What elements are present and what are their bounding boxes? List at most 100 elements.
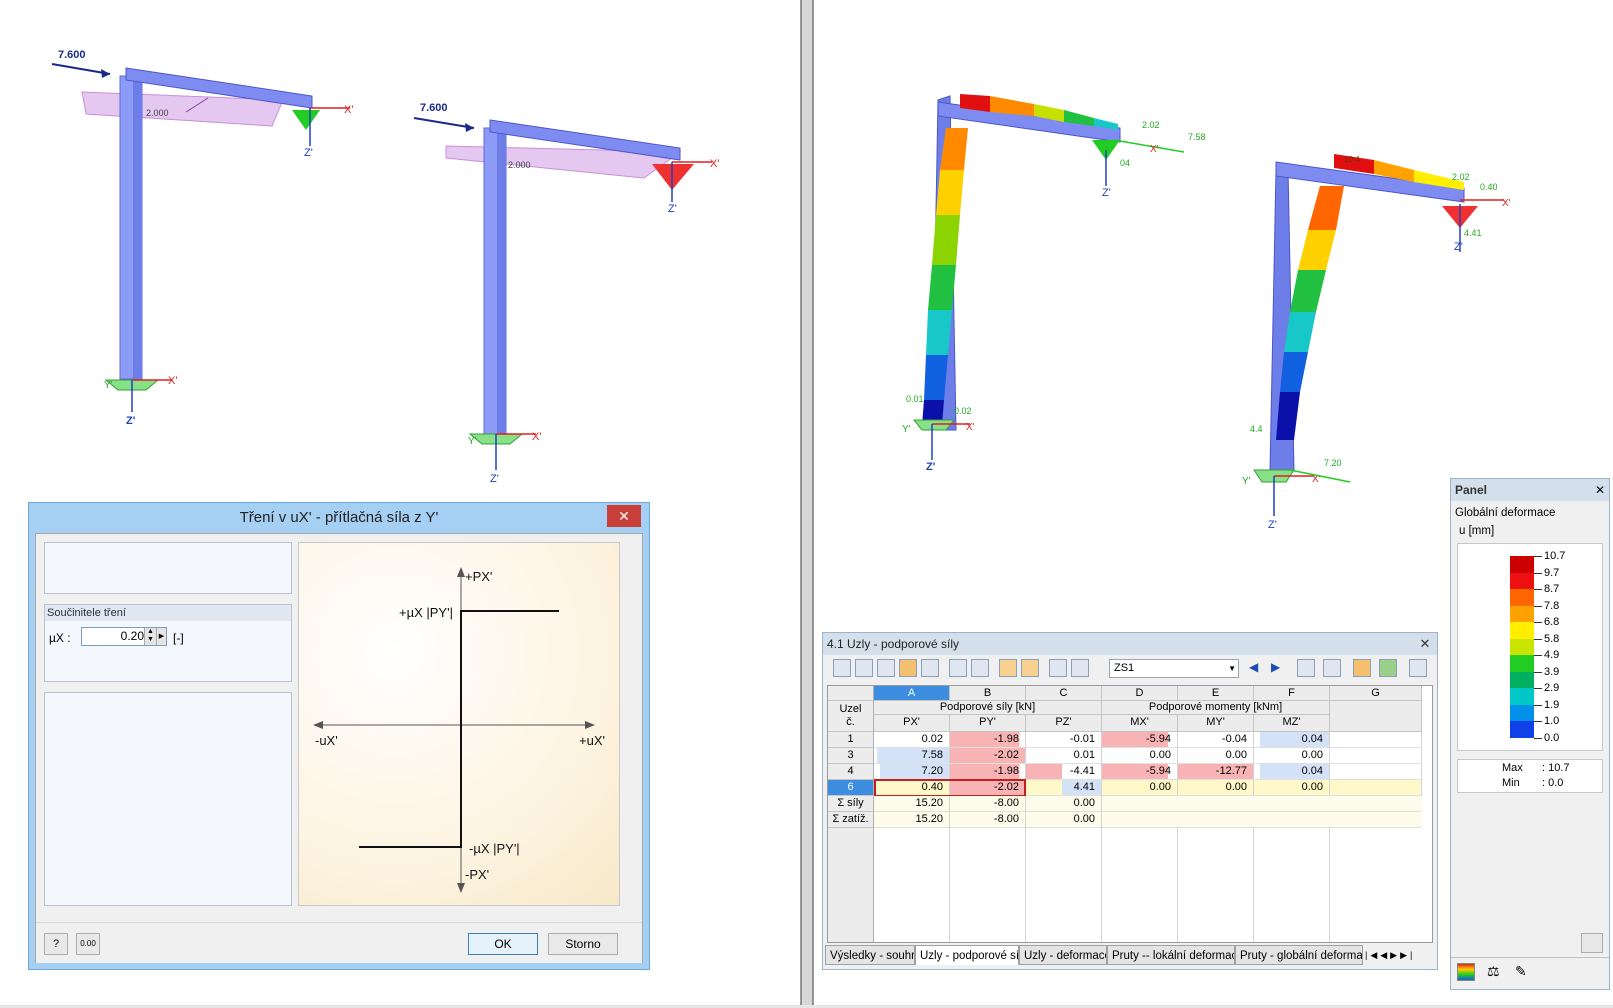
- table-cell[interactable]: 0.00: [1178, 748, 1254, 764]
- tab-member-global-deformations[interactable]: Pruty - globální deformace: [1235, 945, 1363, 965]
- legend-value: 1.0: [1544, 715, 1560, 727]
- table-cell[interactable]: -1.98: [950, 732, 1026, 748]
- friction-coefficients-panel: Součinitele tření µX : 0.20 ▲ ▼ ▶ [-]: [44, 604, 292, 682]
- calculator-icon[interactable]: 0.00: [76, 933, 100, 955]
- table-tabs: Výsledky - souhrn Uzly - podporové síly …: [823, 945, 1437, 967]
- col-letter-d[interactable]: D: [1102, 686, 1178, 701]
- previous-arrow-icon[interactable]: ◀: [1249, 660, 1258, 674]
- help-icon[interactable]: ?: [44, 933, 68, 955]
- mu-input[interactable]: 0.20 ▲ ▼ ▶: [81, 627, 167, 646]
- col-letter-c[interactable]: C: [1026, 686, 1102, 701]
- graph-label-minus-mu: -µX |PY'|: [469, 841, 520, 856]
- support-moments-group: Podporové momenty [kNm]: [1102, 701, 1330, 715]
- add-row-icon[interactable]: [855, 659, 873, 677]
- table-cell[interactable]: 0.00: [1254, 748, 1330, 764]
- columns-icon[interactable]: [1409, 659, 1427, 677]
- results-grid[interactable]: A B C D E F G Uzel č. Podporové síly [kN]…: [827, 685, 1433, 943]
- table-cell[interactable]: 7.58: [874, 748, 950, 764]
- table-cell[interactable]: 0.00: [1254, 780, 1330, 796]
- balance-icon[interactable]: ⚖: [1487, 963, 1500, 980]
- view-splitter[interactable]: [801, 0, 813, 1005]
- chart-icon[interactable]: [921, 659, 939, 677]
- row-header[interactable]: 3: [828, 748, 874, 764]
- tab-member-local-deformations[interactable]: Pruty -- lokální deformace: [1107, 945, 1235, 965]
- table-cell[interactable]: 0.01: [1026, 748, 1102, 764]
- dialog-close-button[interactable]: ✕: [607, 505, 641, 527]
- graph-label-plus-mu: +µX |PY'|: [399, 605, 453, 620]
- zoom-icon[interactable]: [1581, 933, 1603, 953]
- select-icon[interactable]: [1297, 659, 1315, 677]
- pencil-icon[interactable]: ✎: [1515, 963, 1527, 980]
- legend-value: 9.7: [1544, 566, 1560, 579]
- load-case-select[interactable]: ZS1 ▼: [1109, 659, 1239, 678]
- deformed-frame-2: X' Z' 10.4 2.02 0.40 4.41 X' 7.20 Z' 4.4…: [1242, 154, 1511, 531]
- table-cell[interactable]: 0.04: [1254, 764, 1330, 780]
- table-cell[interactable]: 0.02: [874, 732, 950, 748]
- cancel-button[interactable]: Storno: [548, 933, 618, 955]
- load-value-2: 7.600: [420, 102, 448, 114]
- filter-icon[interactable]: [899, 659, 917, 677]
- chevron-down-icon: ▼: [1228, 664, 1236, 673]
- export-icon[interactable]: [833, 659, 851, 677]
- table-cell[interactable]: -8.00: [950, 796, 1026, 812]
- table-cell[interactable]: 4.41: [1026, 780, 1102, 796]
- legend-value: 5.8: [1544, 632, 1560, 645]
- support-top-1: [292, 110, 320, 130]
- table-cell[interactable]: -12.77: [1178, 764, 1254, 780]
- table-cell[interactable]: -0.01: [1026, 732, 1102, 748]
- ok-button[interactable]: OK: [468, 933, 538, 955]
- table-cell[interactable]: 15.20: [874, 812, 950, 828]
- table-cell[interactable]: -8.00: [950, 812, 1026, 828]
- col-letter-a[interactable]: A: [874, 686, 950, 701]
- legend-row: 3.9: [1458, 664, 1613, 689]
- table-close-button[interactable]: ✕: [1417, 633, 1433, 655]
- settings-icon[interactable]: [1353, 659, 1371, 677]
- bottom-left-panel: [44, 692, 292, 906]
- insert-icon[interactable]: [877, 659, 895, 677]
- search-icon[interactable]: [1323, 659, 1341, 677]
- table-cell[interactable]: 0.00: [1026, 796, 1102, 812]
- row-header-selected[interactable]: 6: [828, 780, 874, 796]
- tab-node-deformations[interactable]: Uzly - deformace: [1019, 945, 1107, 965]
- table-cell[interactable]: 0.00: [1102, 748, 1178, 764]
- edit-icon[interactable]: [1071, 659, 1089, 677]
- table-cell[interactable]: -4.41: [1026, 764, 1102, 780]
- tab-navigation-arrows[interactable]: |◀◀▶▶|: [1365, 947, 1433, 963]
- row-header[interactable]: 1: [828, 732, 874, 748]
- next-arrow-icon[interactable]: ▶: [1271, 660, 1280, 674]
- panel-close-button[interactable]: ✕: [1595, 479, 1605, 501]
- arrow-right-icon[interactable]: ▶: [156, 628, 166, 645]
- sync-icon[interactable]: [999, 659, 1017, 677]
- left-model-view[interactable]: 7.600 2.000 X' Z' X' Z' Y' 7.600 2.000 X…: [0, 0, 801, 1005]
- table-cell[interactable]: -5.94: [1102, 732, 1178, 748]
- table-view-icon[interactable]: [1049, 659, 1067, 677]
- spinner-icon[interactable]: ▲ ▼: [144, 628, 156, 645]
- table-cell[interactable]: -5.94: [1102, 764, 1178, 780]
- legend-value: 0.0: [1544, 731, 1560, 744]
- table-cell[interactable]: 15.20: [874, 796, 950, 812]
- table-cell[interactable]: -2.02: [950, 748, 1026, 764]
- tab-results-summary[interactable]: Výsledky - souhrn: [825, 945, 915, 965]
- svg-text:7.58: 7.58: [1188, 132, 1206, 142]
- excel-icon[interactable]: [1379, 659, 1397, 677]
- table-cell[interactable]: -0.04: [1178, 732, 1254, 748]
- table-cell[interactable]: 7.20: [874, 764, 950, 780]
- table-cell[interactable]: 0.04: [1254, 732, 1330, 748]
- col-letter-f[interactable]: F: [1254, 686, 1330, 701]
- tab-node-support-forces[interactable]: Uzly - podporové síly: [915, 945, 1019, 965]
- table-cell[interactable]: 0.00: [1102, 780, 1178, 796]
- color-legend: 10.7 9.7 8.7 7.8 6.8 5.8 4.9 3.9 2.9 1.9 1.0 0.0: [1457, 543, 1603, 751]
- table-cell[interactable]: 0.00: [1026, 812, 1102, 828]
- next-table-icon[interactable]: [971, 659, 989, 677]
- prev-table-icon[interactable]: [949, 659, 967, 677]
- table-cell[interactable]: -1.98: [950, 764, 1026, 780]
- col-letter-b[interactable]: B: [950, 686, 1026, 701]
- refresh-icon[interactable]: [1021, 659, 1039, 677]
- col-letter-g[interactable]: G: [1330, 686, 1422, 701]
- color-scale-icon[interactable]: [1457, 963, 1475, 981]
- svg-text:4.41: 4.41: [1464, 228, 1482, 238]
- svg-text:10.4: 10.4: [1344, 155, 1360, 164]
- row-header[interactable]: 4: [828, 764, 874, 780]
- col-letter-e[interactable]: E: [1178, 686, 1254, 701]
- table-cell[interactable]: 0.00: [1178, 780, 1254, 796]
